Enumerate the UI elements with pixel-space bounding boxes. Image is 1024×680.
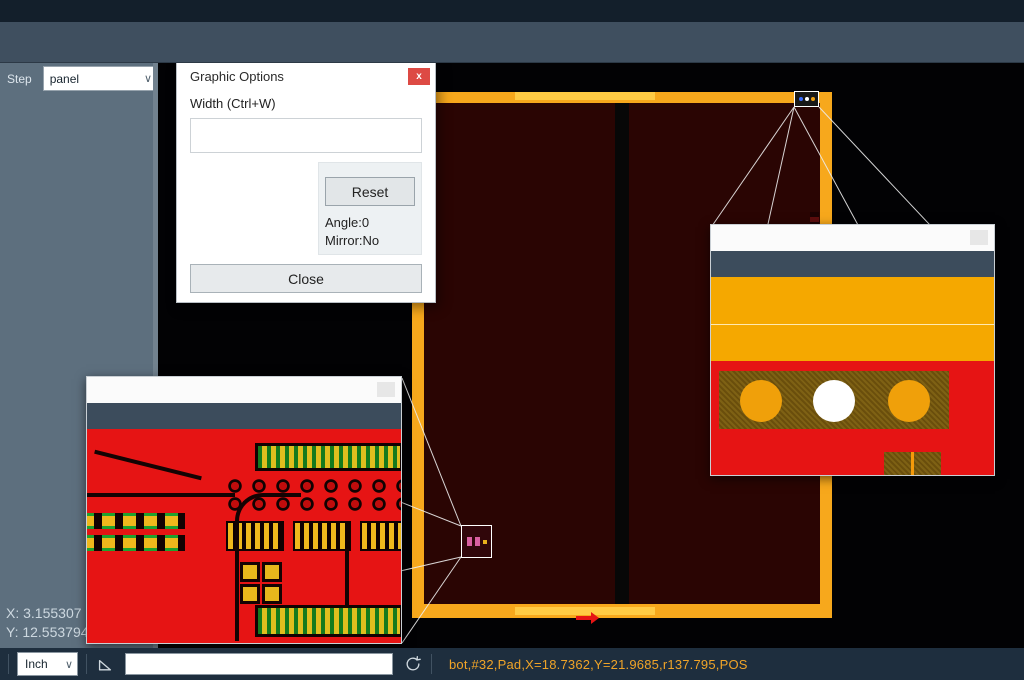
- fiducial-callout-box: [794, 91, 819, 107]
- command-input[interactable]: [125, 653, 393, 675]
- drill-pad-orange: [740, 380, 782, 422]
- close-button[interactable]: Close: [190, 264, 422, 293]
- decor: [243, 565, 257, 579]
- cursor-x: X: 3.155307: [6, 604, 89, 623]
- panel-gutter: [615, 103, 629, 604]
- selection-callout-box: [461, 525, 492, 558]
- angle-readout: Angle:0: [325, 215, 415, 230]
- magnifier-view-right: [711, 277, 994, 475]
- cam-viewer-app: Graphic Options x Width (Ctrl+W) Reset A…: [0, 0, 1024, 680]
- reset-button[interactable]: Reset: [325, 177, 415, 206]
- magnifier-window-right[interactable]: [710, 224, 995, 476]
- fiducial-dot-blue: [799, 97, 803, 101]
- transform-pane: Reset Angle:0 Mirror:No: [318, 162, 422, 255]
- decor: [711, 324, 994, 325]
- decor: [255, 443, 401, 471]
- decor: [243, 587, 257, 601]
- step-label: Step: [7, 72, 43, 86]
- selected-pad: [475, 537, 480, 546]
- decor: [265, 565, 279, 579]
- decor: [711, 277, 994, 361]
- magnifier-toolbar: [87, 403, 401, 429]
- dialog-title: Graphic Options: [177, 63, 435, 90]
- decor: [265, 587, 279, 601]
- step-row: Step panel ∨: [0, 62, 158, 95]
- mirror-readout: Mirror:No: [325, 233, 415, 248]
- decor: [87, 513, 185, 529]
- graphic-options-dialog: Graphic Options x Width (Ctrl+W) Reset A…: [176, 62, 436, 303]
- window-button[interactable]: [377, 382, 395, 397]
- decor: [94, 450, 202, 480]
- width-label: Width (Ctrl+W): [190, 96, 422, 111]
- magnifier-toolbar: [711, 251, 994, 277]
- cursor-y: Y: 12.553794: [6, 623, 89, 642]
- option-checkbox-column: [190, 162, 312, 255]
- chevron-down-icon: ∨: [65, 658, 73, 671]
- cursor-coordinates: X: 3.155307 Y: 12.553794: [6, 604, 89, 642]
- dialog-close-icon[interactable]: x: [408, 68, 430, 85]
- decor: [360, 521, 401, 551]
- decor: [345, 549, 349, 607]
- selected-pad: [467, 537, 472, 546]
- divider: [431, 654, 432, 674]
- panel-top-tab: [515, 92, 655, 100]
- selection-info: bot,#32,Pad,X=18.7362,Y=21.9685,r137.795…: [449, 657, 748, 672]
- decor: [911, 452, 914, 475]
- menu-bar: [0, 0, 1024, 22]
- magnifier-view-left: [87, 429, 401, 643]
- fiducial-dot-white: [805, 97, 809, 101]
- drill-pad-white: [813, 380, 855, 422]
- step-value: panel: [50, 72, 79, 86]
- decor: [293, 521, 351, 551]
- magnifier-title-bar[interactable]: [87, 377, 401, 403]
- magnifier-title-bar[interactable]: [711, 225, 994, 251]
- fill-mode-radio-group: [190, 118, 422, 153]
- unit-select[interactable]: Inch ∨: [17, 652, 78, 676]
- unit-value: Inch: [25, 657, 48, 671]
- decor: [87, 493, 235, 497]
- corner-snap-icon[interactable]: [95, 654, 115, 674]
- refresh-icon[interactable]: [403, 654, 423, 674]
- divider: [8, 654, 9, 674]
- fiducial-dot-orange: [811, 97, 815, 101]
- decor: [483, 540, 487, 544]
- decor: [87, 535, 185, 551]
- step-select[interactable]: panel ∨: [43, 66, 158, 91]
- panel-bottom-tab: [515, 607, 655, 615]
- panel-direction-arrow: [576, 616, 591, 620]
- window-button[interactable]: [970, 230, 988, 245]
- divider: [86, 654, 87, 674]
- status-bar: Inch ∨ bot,#32,Pad,X=18.7362,Y=21.9685,r…: [0, 648, 1024, 680]
- magnifier-window-left[interactable]: [86, 376, 402, 644]
- main-toolbar: [0, 22, 1024, 63]
- chevron-down-icon: ∨: [144, 72, 152, 85]
- drill-pad-orange: [888, 380, 930, 422]
